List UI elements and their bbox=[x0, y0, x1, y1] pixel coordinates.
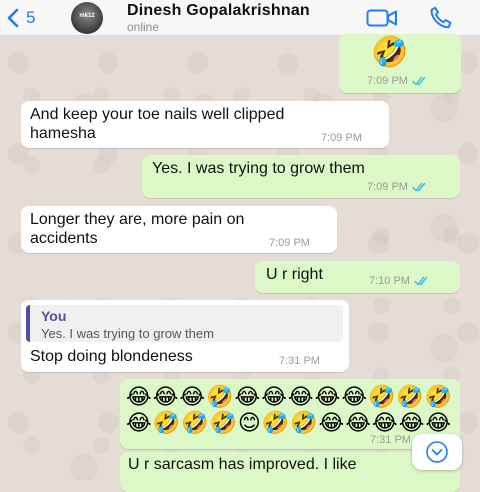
double-check-icon bbox=[414, 276, 428, 286]
message-bubble-incoming[interactable]: And keep your toe nails well clipped ham… bbox=[21, 101, 389, 148]
message-time: 7:31 PM bbox=[370, 434, 411, 446]
quoted-text: Yes. I was trying to grow them bbox=[41, 326, 214, 341]
message-meta: 7:09 PM bbox=[367, 181, 428, 193]
message-text: Yes. I was trying to grow them bbox=[152, 160, 365, 177]
double-check-icon bbox=[412, 182, 426, 192]
message-time: 7:31 PM bbox=[279, 355, 320, 367]
message-meta: 7:09 PM bbox=[367, 75, 428, 87]
message-bubble-outgoing[interactable]: Yes. I was trying to grow them 7:09 PM bbox=[142, 155, 460, 198]
message-time: 7:09 PM bbox=[367, 181, 408, 193]
message-time: 7:09 PM bbox=[321, 132, 362, 144]
back-button[interactable]: 5 bbox=[6, 6, 35, 30]
phone-icon[interactable] bbox=[428, 5, 454, 31]
message-time: 7:09 PM bbox=[367, 75, 408, 87]
message-text: U r right bbox=[266, 266, 323, 283]
message-text: Stop doing blondeness bbox=[30, 348, 193, 365]
scroll-to-bottom-button[interactable] bbox=[412, 434, 462, 470]
message-emoji: 😂😂😂🤣😂😂😂😂😂🤣🤣🤣😂🤣🤣🤣😊🤣🤣😂😂😂😂😂 bbox=[126, 384, 454, 435]
contact-status: online bbox=[127, 20, 160, 34]
message-bubble-outgoing[interactable]: U r sarcasm has improved. I like bbox=[120, 452, 460, 492]
contact-name[interactable]: Dinesh Gopalakrishnan bbox=[127, 2, 310, 20]
video-camera-icon[interactable] bbox=[366, 8, 398, 28]
chevron-left-icon bbox=[7, 8, 19, 28]
message-bubble-incoming-reply[interactable]: You Yes. I was trying to grow them Stop … bbox=[21, 300, 349, 372]
message-bubble-outgoing[interactable]: 🤣 7:09 PM bbox=[339, 34, 461, 93]
message-meta: 7:10 PM bbox=[369, 275, 430, 287]
message-time: 7:09 PM bbox=[269, 237, 310, 249]
message-text: 🤣 bbox=[371, 36, 409, 69]
quoted-author: You bbox=[41, 308, 67, 324]
message-time: 7:10 PM bbox=[369, 275, 410, 287]
unread-count: 5 bbox=[26, 8, 36, 27]
message-text: U r sarcasm has improved. I like bbox=[128, 456, 357, 473]
chevron-down-icon bbox=[426, 441, 448, 463]
message-bubble-incoming[interactable]: Longer they are, more pain on accidents … bbox=[21, 206, 337, 253]
quoted-message[interactable]: You Yes. I was trying to grow them bbox=[26, 305, 343, 342]
chat-header: 5 mk12 Dinesh Gopalakrishnan online bbox=[0, 0, 480, 36]
message-bubble-outgoing[interactable]: U r right 7:10 PM bbox=[255, 261, 460, 293]
avatar-text: mk12 bbox=[79, 13, 95, 19]
message-text: Longer they are, more pain on accidents bbox=[30, 211, 245, 247]
message-text: And keep your toe nails well clipped ham… bbox=[30, 106, 285, 142]
avatar[interactable]: mk12 bbox=[71, 2, 103, 34]
double-check-icon bbox=[412, 76, 426, 86]
message-bubble-outgoing[interactable]: 😂😂😂🤣😂😂😂😂😂🤣🤣🤣😂🤣🤣🤣😊🤣🤣😂😂😂😂😂 7:31 PM bbox=[120, 379, 460, 449]
